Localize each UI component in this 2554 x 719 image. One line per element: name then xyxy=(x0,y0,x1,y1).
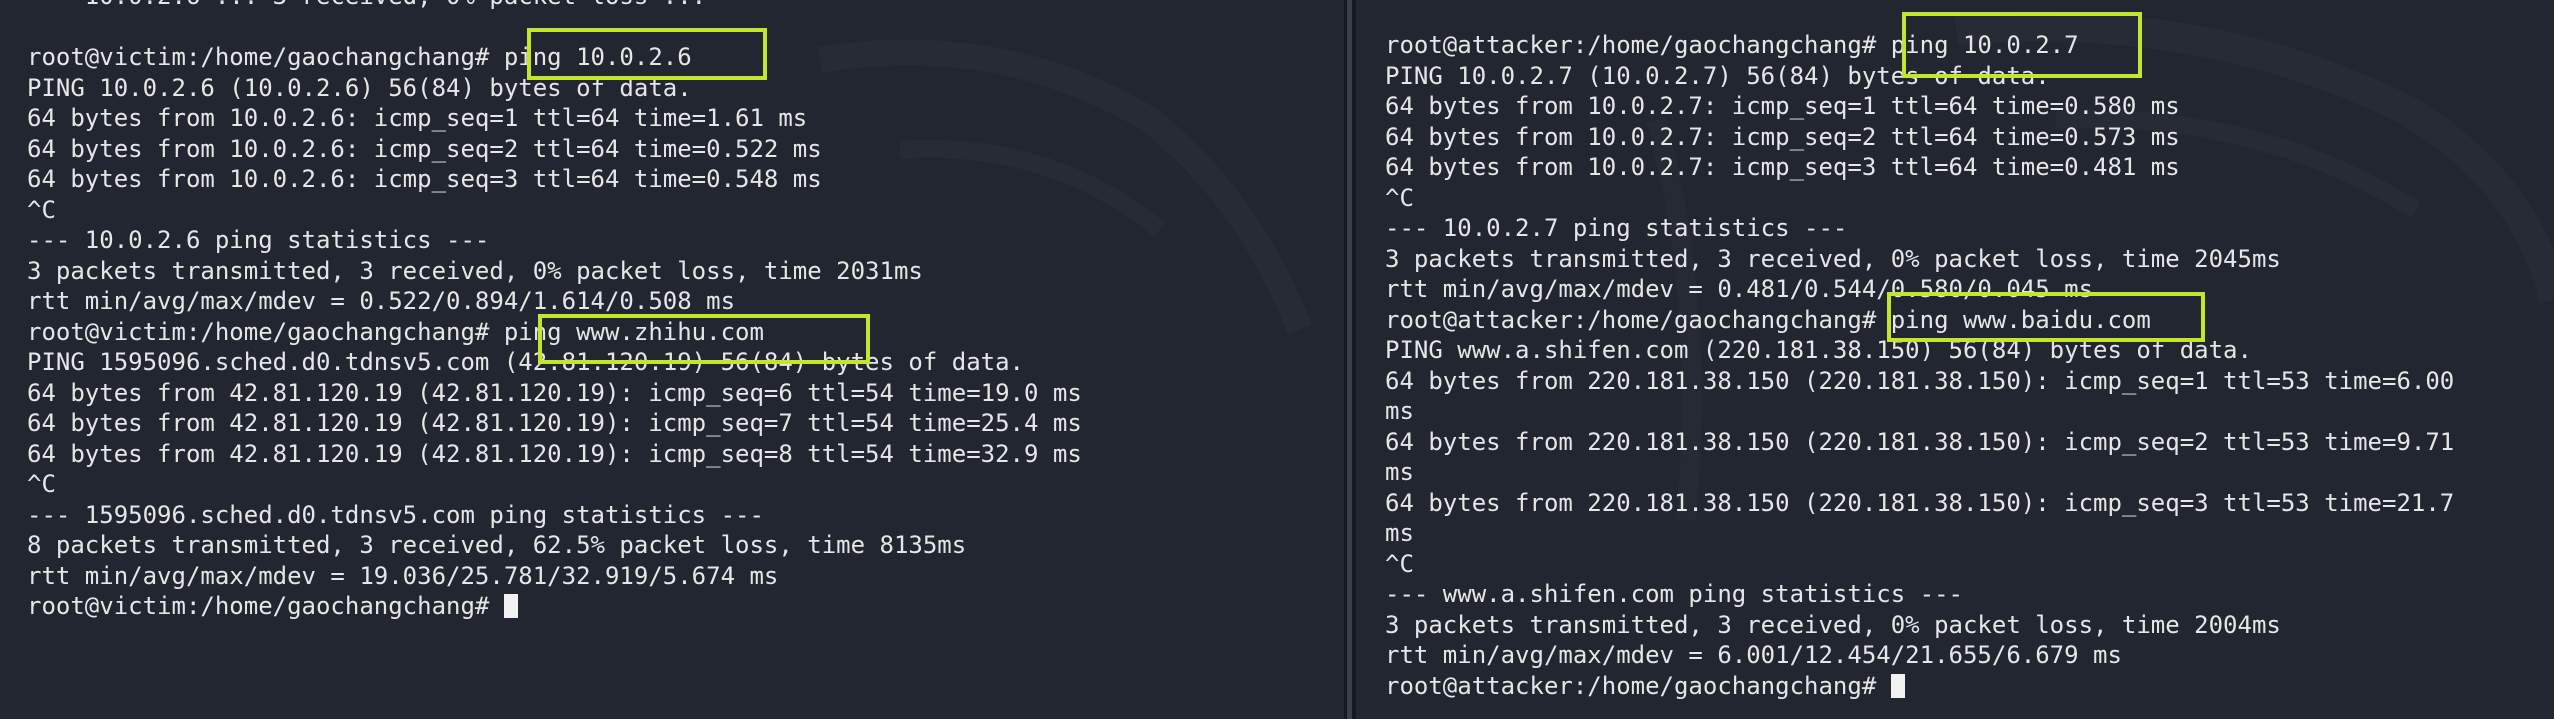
terminal-prompt: root@attacker:/home/gaochangchang# xyxy=(1385,671,1891,700)
attacker-terminal-pane[interactable]: root@attacker:/home/gaochangchang# ping … xyxy=(1356,0,2554,719)
terminal-line: 64 bytes from 10.0.2.6: icmp_seq=3 ttl=6… xyxy=(27,165,822,193)
terminal-prompt: root@victim:/home/gaochangchang# xyxy=(27,592,504,620)
terminal-line: 64 bytes from 10.0.2.6: icmp_seq=2 ttl=6… xyxy=(27,134,822,163)
terminal-line: 64 bytes from 10.0.2.7: icmp_seq=3 ttl=6… xyxy=(1385,153,2180,181)
terminal-line: ms xyxy=(1385,519,1414,547)
terminal-line: --- 1595096.sched.d0.tdnsv5.com ping sta… xyxy=(27,500,764,529)
terminal-line: 64 bytes from 220.181.38.150 (220.181.38… xyxy=(1385,366,2455,395)
terminal-line: --- 10.0.2.7 ping statistics --- xyxy=(1385,214,1848,242)
terminal-line: ms xyxy=(1385,397,1414,425)
terminal-line: 3 packets transmitted, 3 received, 0% pa… xyxy=(1385,244,2281,273)
terminal-line: ^C xyxy=(1385,183,1414,212)
highlight-box-ping-baidu xyxy=(1887,292,2205,342)
highlight-box-ping-10-0-2-6 xyxy=(527,28,767,80)
terminal-line: 64 bytes from 220.181.38.150 (220.181.38… xyxy=(1385,488,2455,517)
terminal-line: 64 bytes from 10.0.2.7: icmp_seq=1 ttl=6… xyxy=(1385,92,2180,120)
terminal-line: 64 bytes from 42.81.120.19 (42.81.120.19… xyxy=(27,378,1082,407)
highlight-box-ping-zhihu xyxy=(538,314,870,364)
terminal-cursor xyxy=(503,594,518,618)
terminal-line: rtt min/avg/max/mdev = 19.036/25.781/32.… xyxy=(27,561,779,590)
pane-divider[interactable] xyxy=(1344,0,1356,719)
victim-terminal-output: --- 10.0.2.6 ... 3 received, 0% packet l… xyxy=(27,0,1344,622)
terminal-line: 64 bytes from 10.0.2.7: icmp_seq=2 ttl=6… xyxy=(1385,122,2180,151)
terminal-line: 8 packets transmitted, 3 received, 62.5%… xyxy=(27,531,967,559)
highlight-box-ping-10-0-2-7 xyxy=(1902,12,2142,78)
dual-terminal-screen: --- 10.0.2.6 ... 3 received, 0% packet l… xyxy=(0,0,2554,719)
terminal-line: rtt min/avg/max/mdev = 6.001/12.454/21.6… xyxy=(1385,641,2122,669)
terminal-line: ^C xyxy=(27,470,56,498)
terminal-line: 3 packets transmitted, 3 received, 0% pa… xyxy=(1385,610,2281,639)
terminal-line: 64 bytes from 42.81.120.19 (42.81.120.19… xyxy=(27,439,1082,468)
terminal-line: ms xyxy=(1385,458,1414,486)
terminal-line: --- 10.0.2.6 ping statistics --- xyxy=(27,226,490,254)
terminal-line: rtt min/avg/max/mdev = 0.522/0.894/1.614… xyxy=(27,287,736,315)
victim-terminal-pane[interactable]: --- 10.0.2.6 ... 3 received, 0% packet l… xyxy=(0,0,1344,719)
terminal-line: ^C xyxy=(1385,549,1414,578)
terminal-line: --- www.a.shifen.com ping statistics --- xyxy=(1385,580,1963,608)
terminal-line: --- 10.0.2.6 ... 3 received, 0% packet l… xyxy=(27,0,1344,12)
attacker-terminal-output: root@attacker:/home/gaochangchang# ping … xyxy=(1385,30,2554,701)
terminal-line: ^C xyxy=(27,195,56,224)
terminal-cursor xyxy=(1890,673,1905,698)
terminal-line: 3 packets transmitted, 3 received, 0% pa… xyxy=(27,256,923,285)
terminal-line: 64 bytes from 42.81.120.19 (42.81.120.19… xyxy=(27,409,1082,437)
terminal-line: 64 bytes from 220.181.38.150 (220.181.38… xyxy=(1385,427,2455,456)
terminal-prompt-line[interactable]: root@attacker:/home/gaochangchang# xyxy=(1385,671,2554,702)
terminal-line: 64 bytes from 10.0.2.6: icmp_seq=1 ttl=6… xyxy=(27,104,808,132)
terminal-prompt-line[interactable]: root@victim:/home/gaochangchang# xyxy=(27,591,1344,622)
